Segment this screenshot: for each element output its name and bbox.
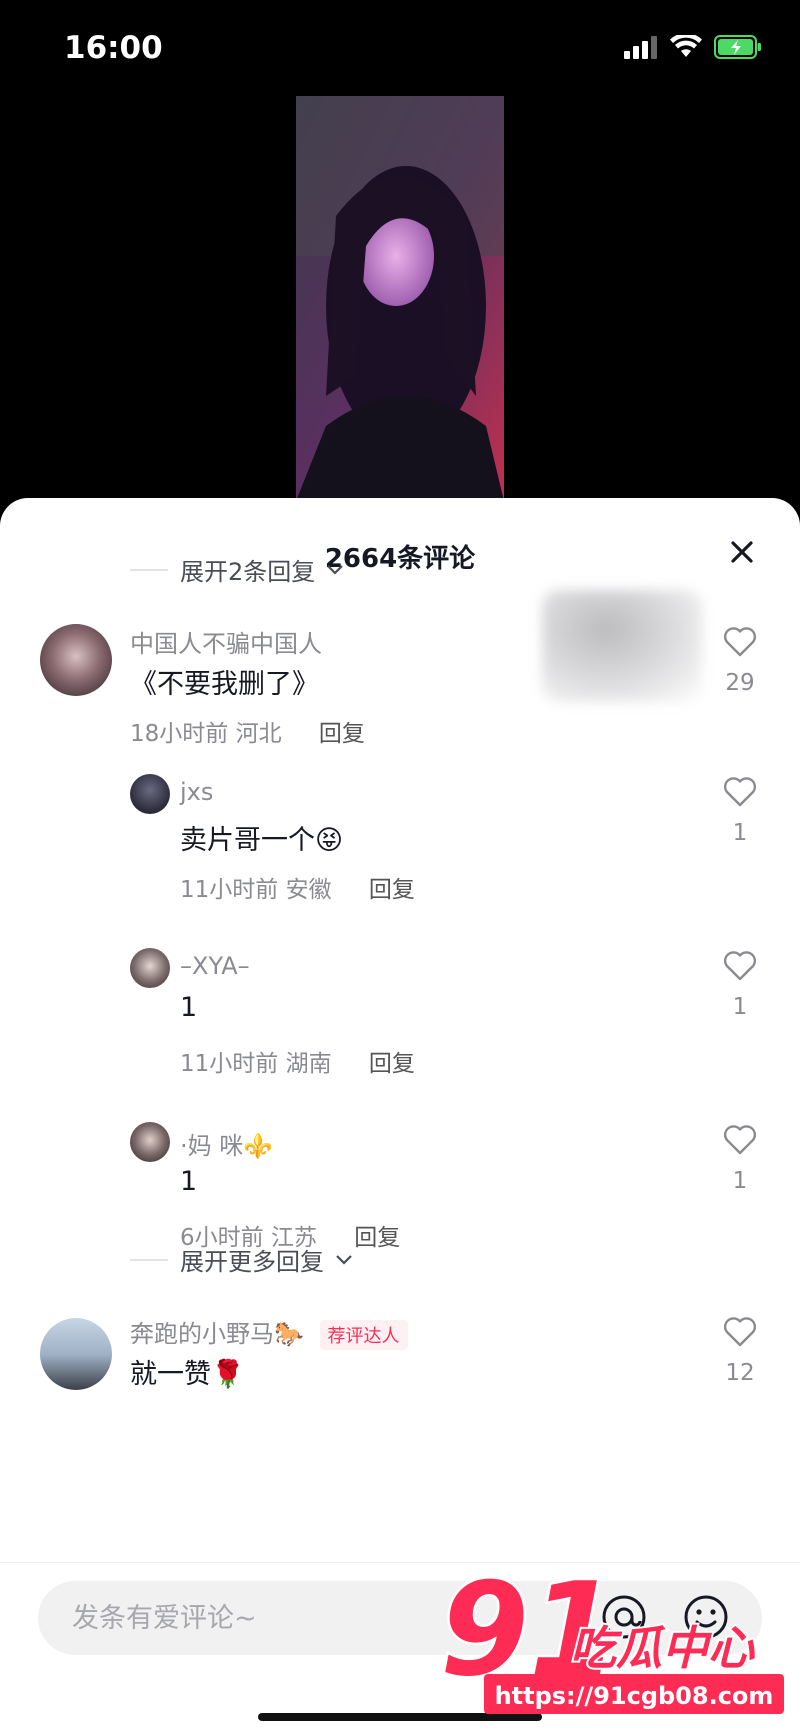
like-count: 12 (725, 1360, 755, 1386)
home-indicator (258, 1713, 542, 1721)
comment-text: 1 (180, 992, 198, 1023)
avatar[interactable] (130, 1122, 170, 1162)
comment-text: 就一赞🌹 (130, 1359, 245, 1390)
comment-meta: 11小时前 安徽 回复 (180, 870, 415, 904)
divider (130, 1258, 168, 1261)
heart-icon (723, 777, 757, 807)
comment-location: 湖南 (285, 1051, 332, 1077)
expand-replies-label: 展开2条回复 (180, 558, 316, 586)
comment-time: 11小时前 (180, 877, 279, 903)
expand-replies-button[interactable]: 展开2条回复 (130, 552, 345, 587)
comment-meta: 18小时前 河北 回复 (130, 714, 365, 748)
reply-button[interactable]: 回复 (369, 877, 415, 903)
comment-sheet: 2664条评论 展开2条回复 中国人不骗中国人 《不要我删了》 18小时前 河北… (0, 498, 800, 1733)
video-frame (296, 96, 504, 501)
reply-button[interactable]: 回复 (369, 1051, 415, 1077)
close-icon (731, 541, 753, 563)
signal-icon (622, 35, 658, 63)
status-icons (622, 33, 762, 64)
heart-icon (723, 1125, 757, 1155)
avatar[interactable] (40, 624, 112, 696)
comment-username[interactable]: –XYA– (180, 952, 250, 980)
chevron-down-icon (327, 564, 344, 575)
comment-username[interactable]: 中国人不骗中国人 (130, 624, 322, 659)
like-button[interactable]: 1 (710, 950, 770, 1020)
comment-username-text: 奔跑的小野马🐎 (130, 1320, 304, 1348)
comment-location: 安徽 (285, 877, 332, 903)
like-count: 1 (732, 820, 748, 846)
like-button[interactable]: 1 (710, 776, 770, 846)
avatar[interactable] (130, 774, 170, 814)
at-icon[interactable] (600, 1593, 648, 1645)
chevron-down-icon (336, 1254, 352, 1265)
comment-text: 《不要我删了》 (130, 669, 319, 700)
like-button[interactable]: 12 (710, 1316, 770, 1386)
reply-button[interactable]: 回复 (354, 1225, 400, 1251)
like-button[interactable]: 29 (710, 626, 770, 696)
comment-input-bar (0, 1562, 800, 1733)
avatar[interactable] (40, 1318, 112, 1390)
heart-icon (723, 951, 757, 981)
comment-location: 河北 (235, 721, 282, 747)
battery-icon (714, 34, 762, 64)
reply-button[interactable]: 回复 (319, 721, 365, 747)
comment-time: 18小时前 (130, 721, 229, 747)
comment-meta: 11小时前 湖南 回复 (180, 1044, 415, 1078)
status-time: 16:00 (64, 30, 163, 66)
comment-count-title: 2664条评论 (324, 544, 476, 574)
avatar[interactable] (130, 948, 170, 988)
status-badge: 荐评达人 (319, 1320, 408, 1350)
like-button[interactable]: 1 (710, 1124, 770, 1194)
comment-username[interactable]: 奔跑的小野马🐎 荐评达人 (130, 1314, 408, 1350)
comment-input[interactable] (38, 1581, 762, 1655)
comment-text: 卖片哥一个😝 (180, 825, 344, 856)
video-player[interactable] (0, 96, 800, 501)
like-count: 29 (725, 670, 755, 696)
expand-more-replies-button[interactable]: 展开更多回复 (130, 1242, 354, 1277)
emoji-icon[interactable] (682, 1593, 730, 1645)
divider (130, 568, 168, 571)
expand-more-label: 展开更多回复 (180, 1248, 324, 1276)
blurred-region (542, 590, 702, 702)
like-count: 1 (732, 1168, 748, 1194)
comment-username[interactable]: jxs (180, 778, 213, 806)
like-count: 1 (732, 994, 748, 1020)
close-button[interactable] (722, 532, 762, 572)
wifi-icon (670, 33, 702, 63)
heart-icon (723, 627, 757, 657)
heart-icon (723, 1317, 757, 1347)
comment-time: 11小时前 (180, 1051, 279, 1077)
comment-username[interactable]: ·妈 咪⚜️ (180, 1126, 273, 1161)
comment-text: 1 (180, 1166, 198, 1197)
status-bar: 16:00 (0, 0, 800, 100)
